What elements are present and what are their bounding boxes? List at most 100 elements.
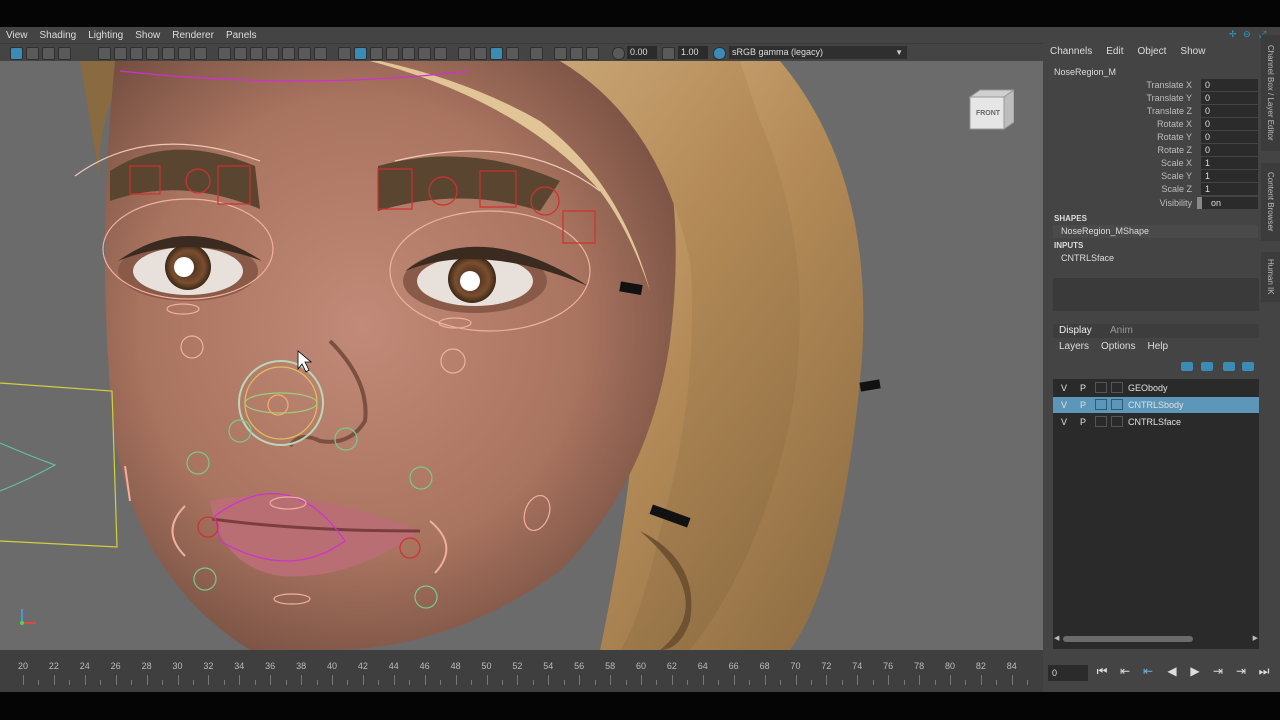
menu-lighting[interactable]: Lighting xyxy=(82,30,129,41)
film-gate-icon[interactable] xyxy=(98,47,111,60)
color-management-icon[interactable] xyxy=(713,47,726,60)
layer-color-swatch[interactable] xyxy=(1111,416,1123,427)
attr-translate-x[interactable]: Translate X 0 xyxy=(1043,79,1258,92)
ambient-occlusion-icon[interactable] xyxy=(418,47,431,60)
attr-value[interactable]: 0 xyxy=(1201,92,1258,104)
layer-name[interactable]: CNTRLSface xyxy=(1128,414,1181,430)
field-chart-icon[interactable] xyxy=(146,47,159,60)
xray-icon[interactable] xyxy=(314,47,327,60)
attr-value[interactable]: 0 xyxy=(1201,144,1258,156)
camera-attributes-icon[interactable] xyxy=(26,47,39,60)
menu-show[interactable]: Show xyxy=(1173,43,1212,61)
layer-playback-toggle[interactable]: P xyxy=(1077,397,1089,413)
attr-rotate-y[interactable]: Rotate Y 0 xyxy=(1043,131,1258,144)
menu-options[interactable]: Options xyxy=(1095,341,1141,355)
grid-icon[interactable] xyxy=(194,47,207,60)
layer-name[interactable]: CNTRLSbody xyxy=(1128,397,1184,413)
multisample-icon[interactable] xyxy=(458,47,471,60)
gamma-field[interactable]: 1.00 xyxy=(678,46,708,59)
cube-smooth-icon[interactable] xyxy=(354,47,367,60)
layer-row-cntrlsface[interactable]: V P CNTRLSface xyxy=(1053,414,1259,430)
play-forward-icon[interactable]: ▶ xyxy=(1187,664,1203,678)
new-layer-selected-icon[interactable] xyxy=(1242,362,1254,371)
attr-scale-y[interactable]: Scale Y 1 xyxy=(1043,170,1258,183)
scroll-left-icon[interactable]: ◀ xyxy=(1054,634,1059,642)
layer-display-type[interactable] xyxy=(1095,416,1107,427)
attr-translate-y[interactable]: Translate Y 0 xyxy=(1043,92,1258,105)
attr-value[interactable]: 1 xyxy=(1201,183,1258,195)
menu-shading[interactable]: Shading xyxy=(34,30,83,41)
tab-human-ik[interactable]: Human IK xyxy=(1261,252,1280,302)
attr-value[interactable]: on xyxy=(1201,197,1258,209)
tab-content-browser[interactable]: Content Browser xyxy=(1261,163,1280,241)
current-frame-field[interactable]: 0 xyxy=(1048,665,1088,681)
select-camera-icon[interactable] xyxy=(10,47,23,60)
attr-value[interactable]: 0 xyxy=(1201,105,1258,117)
exposure-icon[interactable] xyxy=(612,47,625,60)
layer-playback-toggle[interactable]: P xyxy=(1077,414,1089,430)
bookmark-icon[interactable] xyxy=(42,47,55,60)
attr-value[interactable]: 0 xyxy=(1201,131,1258,143)
move-layer-up-icon[interactable] xyxy=(1181,362,1193,371)
scroll-right-icon[interactable]: ▶ xyxy=(1253,634,1258,642)
motion-blur-icon[interactable] xyxy=(434,47,447,60)
step-back-frame-icon[interactable]: ⇤ xyxy=(1140,664,1156,678)
attr-visibility[interactable]: Visibility on xyxy=(1043,197,1258,210)
xray-active-icon[interactable] xyxy=(530,47,543,60)
attr-value[interactable]: 0 xyxy=(1201,79,1258,91)
two-sided-lighting-icon[interactable] xyxy=(570,47,583,60)
move-layer-down-icon[interactable] xyxy=(1201,362,1213,371)
layer-color-swatch[interactable] xyxy=(1111,399,1123,410)
skip-to-end-icon[interactable]: ⏭ xyxy=(1256,664,1272,679)
gamma-icon[interactable] xyxy=(662,47,675,60)
gate-mask-icon[interactable] xyxy=(130,47,143,60)
layer-visibility-toggle[interactable]: V xyxy=(1058,414,1070,430)
viewport-panel[interactable]: View Shading Lighting Show Renderer Pane… xyxy=(0,27,1043,650)
time-slider[interactable]: 20 22 24 26 28 30 32 34 36 38 40 42 44 46 48 50 52 54 56 58… xyxy=(0,650,1043,692)
xray-joints-icon[interactable] xyxy=(506,47,519,60)
isolate-select-icon[interactable] xyxy=(490,47,503,60)
depth-of-field-icon[interactable] xyxy=(474,47,487,60)
safe-action-icon[interactable] xyxy=(162,47,175,60)
layer-color-swatch[interactable] xyxy=(1111,382,1123,393)
lighting-icon[interactable] xyxy=(282,47,295,60)
attr-scale-x[interactable]: Scale X 1 xyxy=(1043,157,1258,170)
menu-object[interactable]: Object xyxy=(1131,43,1174,61)
step-forward-frame-icon[interactable]: ⇥ xyxy=(1210,664,1226,678)
play-backward-icon[interactable]: ◀ xyxy=(1164,664,1180,678)
attr-value[interactable]: 1 xyxy=(1201,157,1258,169)
object-name[interactable]: NoseRegion_M xyxy=(1054,67,1116,77)
menu-channels[interactable]: Channels xyxy=(1043,43,1099,61)
tab-display[interactable]: Display xyxy=(1059,324,1092,338)
menu-layers[interactable]: Layers xyxy=(1053,341,1095,355)
menu-edit[interactable]: Edit xyxy=(1099,43,1130,61)
new-layer-icon[interactable] xyxy=(1223,362,1235,371)
shadows-icon[interactable] xyxy=(298,47,311,60)
attr-rotate-z[interactable]: Rotate Z 0 xyxy=(1043,144,1258,157)
layer-name[interactable]: GEObody xyxy=(1128,380,1168,396)
layer-row-geobody[interactable]: V P GEObody xyxy=(1053,380,1259,396)
attr-value[interactable]: 0 xyxy=(1201,118,1258,130)
backface-culling-icon[interactable] xyxy=(586,47,599,60)
attr-translate-z[interactable]: Translate Z 0 xyxy=(1043,105,1258,118)
menu-view[interactable]: View xyxy=(0,30,34,41)
cube-shading-icon[interactable] xyxy=(338,47,351,60)
menu-show[interactable]: Show xyxy=(129,30,166,41)
skip-to-start-icon[interactable]: ⏮ xyxy=(1094,664,1110,679)
menu-help[interactable]: Help xyxy=(1141,341,1174,355)
layer-list-scrollbar[interactable]: ◀ ▶ xyxy=(1053,634,1259,644)
smooth-shade-icon[interactable] xyxy=(234,47,247,60)
light-bulb-icon[interactable] xyxy=(402,47,415,60)
layer-visibility-toggle[interactable]: V xyxy=(1058,380,1070,396)
wireframe-icon[interactable] xyxy=(218,47,231,60)
attr-scale-z[interactable]: Scale Z 1 xyxy=(1043,183,1258,196)
layer-playback-toggle[interactable]: P xyxy=(1077,380,1089,396)
cube-textured-icon[interactable] xyxy=(386,47,399,60)
shape-item[interactable]: NoseRegion_MShape xyxy=(1053,225,1258,238)
menu-renderer[interactable]: Renderer xyxy=(166,30,220,41)
step-forward-key-icon[interactable]: ⇥ xyxy=(1233,664,1249,678)
layer-visibility-toggle[interactable]: V xyxy=(1058,397,1070,413)
pin-icon[interactable]: ✢ xyxy=(1229,29,1237,40)
cube-wire-icon[interactable] xyxy=(370,47,383,60)
safe-title-icon[interactable] xyxy=(178,47,191,60)
